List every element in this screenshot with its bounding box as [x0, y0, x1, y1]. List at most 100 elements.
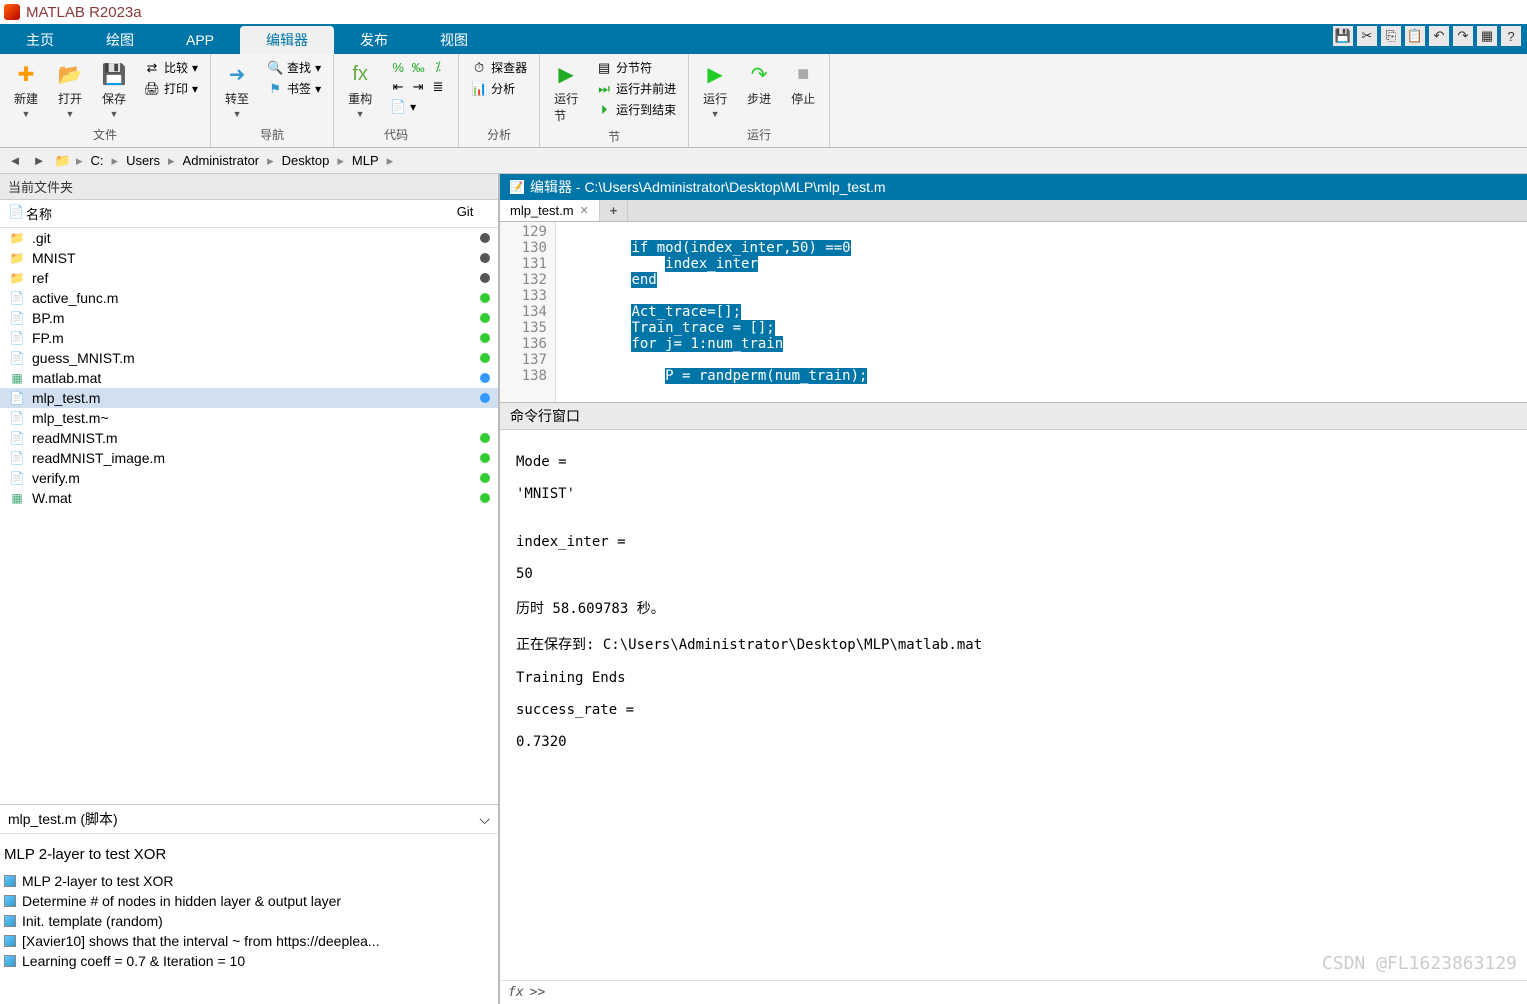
- file-name: W.mat: [32, 490, 480, 506]
- editor-tab-mlp-test[interactable]: mlp_test.m ✕: [500, 200, 600, 221]
- tab-home[interactable]: 主页: [0, 26, 80, 54]
- undo-icon[interactable]: ↶: [1429, 26, 1449, 46]
- code-editor[interactable]: 129130131132133134135136137138 if mod(in…: [500, 222, 1527, 402]
- command-window[interactable]: Mode = 'MNIST' index_inter = 50 历时 58.60…: [500, 430, 1527, 980]
- file-row[interactable]: 📁.git: [0, 228, 498, 248]
- crumb-admin[interactable]: Administrator: [177, 153, 266, 168]
- file-row[interactable]: 📄FP.m: [0, 328, 498, 348]
- file-row[interactable]: 📄 mlp_test.m: [0, 388, 498, 408]
- save-button[interactable]: 💾保存▼: [96, 58, 132, 121]
- watermark: CSDN @FL1623863129: [1322, 953, 1517, 974]
- command-prompt[interactable]: fx >>: [500, 980, 1527, 1004]
- layout-icon[interactable]: ▦: [1477, 26, 1497, 46]
- details-collapse-icon[interactable]: ⌵: [479, 811, 490, 828]
- crumb-c[interactable]: C:: [85, 153, 110, 168]
- code-indent-button[interactable]: ⇤⇥≣: [386, 78, 450, 96]
- section-icon: [4, 955, 16, 967]
- fx-icon[interactable]: fx: [508, 985, 524, 1000]
- redo-icon[interactable]: ↷: [1453, 26, 1473, 46]
- file-row[interactable]: ▦W.mat: [0, 488, 498, 508]
- compare-button[interactable]: ⇄比较 ▾: [140, 58, 202, 77]
- file-list-header: 📄 名称 Git: [0, 200, 498, 228]
- stop-button[interactable]: ■停止: [785, 58, 821, 109]
- detail-item[interactable]: Determine # of nodes in hidden layer & o…: [0, 891, 494, 911]
- m-icon: 📄: [8, 390, 26, 406]
- m-icon: 📄: [8, 310, 26, 326]
- m-icon: 📄: [8, 330, 26, 346]
- crumb-users[interactable]: Users: [120, 153, 166, 168]
- save-icon[interactable]: 💾: [1333, 26, 1353, 46]
- git-status-icon: [480, 473, 490, 483]
- new-tab-button[interactable]: +: [600, 200, 629, 221]
- print-button[interactable]: 🖨打印 ▾: [140, 79, 202, 98]
- cut-icon[interactable]: ✂: [1357, 26, 1377, 46]
- file-list[interactable]: 📁.git📁MNIST📁ref📄active_func.m📄BP.m📄FP.m📄…: [0, 228, 498, 804]
- find-button[interactable]: 🔍查找 ▾: [263, 58, 325, 77]
- run-section-button[interactable]: ▶运行 节: [548, 58, 584, 126]
- detail-item[interactable]: Learning coeff = 0.7 & Iteration = 10: [0, 951, 494, 971]
- tab-publish[interactable]: 发布: [334, 26, 414, 54]
- file-name: mlp_test.m: [32, 390, 480, 406]
- tab-plots[interactable]: 绘图: [80, 26, 160, 54]
- details-title: MLP 2-layer to test XOR: [0, 842, 494, 871]
- line-gutter: 129130131132133134135136137138: [500, 222, 556, 402]
- bookmark-button[interactable]: ⚑书签 ▾: [263, 79, 325, 98]
- detail-item[interactable]: Init. template (random): [0, 911, 494, 931]
- code-fold-button[interactable]: 📄 ▾: [386, 98, 450, 116]
- paste-icon[interactable]: 📋: [1405, 26, 1425, 46]
- editor-tabs: mlp_test.m ✕ +: [500, 200, 1527, 222]
- open-button[interactable]: 📂打开▼: [52, 58, 88, 121]
- file-row[interactable]: 📄guess_MNIST.m: [0, 348, 498, 368]
- name-column[interactable]: 名称: [26, 204, 440, 223]
- file-icon: 📄: [8, 410, 26, 426]
- file-row[interactable]: 📄readMNIST.m: [0, 428, 498, 448]
- nav-up-icon[interactable]: 📁: [52, 151, 74, 171]
- nav-fwd-icon[interactable]: ►: [28, 151, 50, 171]
- copy-icon[interactable]: ⎘: [1381, 26, 1401, 46]
- git-status-icon: [480, 293, 490, 303]
- file-row[interactable]: 📄verify.m: [0, 468, 498, 488]
- file-name: .git: [32, 230, 480, 246]
- file-name: active_func.m: [32, 290, 480, 306]
- tab-view[interactable]: 视图: [414, 26, 494, 54]
- file-name: MNIST: [32, 250, 480, 266]
- m-icon: 📄: [8, 450, 26, 466]
- code-comment-button[interactable]: %‰⁒: [386, 58, 450, 76]
- goto-button[interactable]: ➜转至▼: [219, 58, 255, 121]
- step-button[interactable]: ↷步进: [741, 58, 777, 109]
- tab-editor[interactable]: 编辑器: [240, 26, 334, 54]
- file-row[interactable]: 📁 ref: [0, 268, 498, 288]
- crumb-mlp[interactable]: MLP: [346, 153, 385, 168]
- m-icon: 📄: [8, 470, 26, 486]
- run-advance-button[interactable]: ⏭运行并前进: [592, 79, 680, 98]
- file-name: readMNIST.m: [32, 430, 480, 446]
- git-status-icon: [480, 313, 490, 323]
- file-row[interactable]: 📁 MNIST: [0, 248, 498, 268]
- close-tab-icon[interactable]: ✕: [580, 204, 589, 217]
- run-button[interactable]: ▶运行▼: [697, 58, 733, 121]
- help-icon[interactable]: ?: [1501, 26, 1521, 46]
- nav-back-icon[interactable]: ◄: [4, 151, 26, 171]
- folder-icon: 📁: [8, 250, 26, 266]
- git-column[interactable]: Git: [440, 204, 490, 223]
- analyzer-button[interactable]: 📊分析: [467, 79, 531, 98]
- file-row[interactable]: 📄active_func.m: [0, 288, 498, 308]
- file-name: ref: [32, 270, 480, 286]
- folder-icon: 📁: [8, 270, 26, 286]
- refactor-button[interactable]: fx重构▼: [342, 58, 378, 121]
- profiler-button[interactable]: ⏱探查器: [467, 58, 531, 77]
- detail-item[interactable]: MLP 2-layer to test XOR: [0, 871, 494, 891]
- details-header: mlp_test.m (脚本): [8, 809, 118, 829]
- tab-apps[interactable]: APP: [160, 26, 240, 54]
- file-row[interactable]: 📄mlp_test.m~: [0, 408, 498, 428]
- file-row[interactable]: 📄readMNIST_image.m: [0, 448, 498, 468]
- new-button[interactable]: ✚新建▼: [8, 58, 44, 121]
- crumb-desktop[interactable]: Desktop: [276, 153, 336, 168]
- section-break-button[interactable]: ▤分节符: [592, 58, 680, 77]
- file-name: guess_MNIST.m: [32, 350, 480, 366]
- code-area[interactable]: if mod(index_inter,50) ==0 index_inter e…: [556, 222, 1527, 402]
- run-to-end-button[interactable]: ⏵运行到结束: [592, 100, 680, 119]
- file-row[interactable]: ▦matlab.mat: [0, 368, 498, 388]
- detail-item[interactable]: [Xavier10] shows that the interval ~ fro…: [0, 931, 494, 951]
- file-row[interactable]: 📄BP.m: [0, 308, 498, 328]
